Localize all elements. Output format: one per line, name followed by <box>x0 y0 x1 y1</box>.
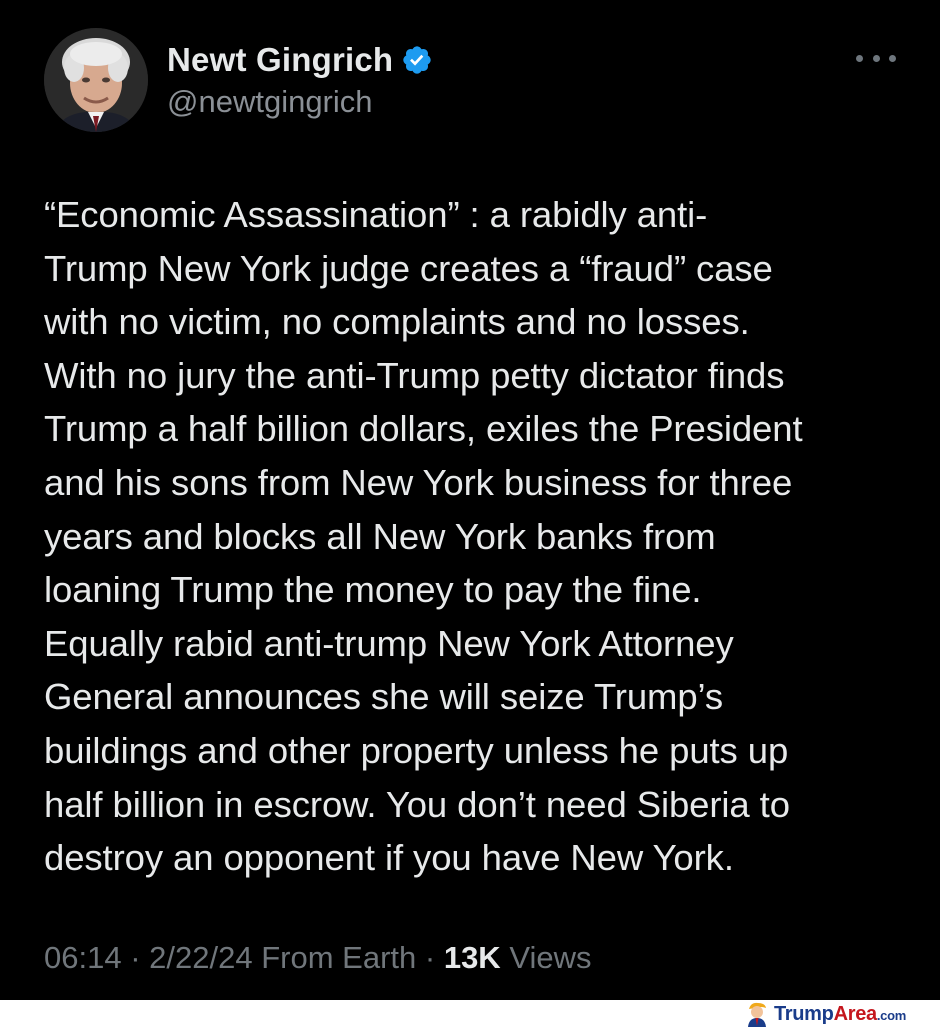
tweet-header: Newt Gingrich @newtgingrich <box>44 28 896 134</box>
tweet-time[interactable]: 06:14 <box>44 940 122 975</box>
trump-caricature-icon <box>745 1001 769 1027</box>
trumparea-wordmark: TrumpArea.com <box>774 1003 906 1026</box>
tweet-text-line: with no victim, no complaints and no los… <box>44 301 750 343</box>
tweet-text: “Economic Assassination” : a rabidly ant… <box>44 188 904 885</box>
avatar-photo <box>44 28 148 132</box>
tweet-text-line: loaning Trump the money to pay the fine. <box>44 569 702 611</box>
views-count[interactable]: 13K <box>444 940 501 975</box>
tweet-text-line: buildings and other property unless he p… <box>44 729 789 771</box>
trumparea-logo: TrumpArea.com <box>745 1001 906 1027</box>
tweet-text-line: and his sons from New York business for … <box>44 461 793 503</box>
tweet-text-line: years and blocks all New York banks from <box>44 515 716 557</box>
display-name[interactable]: Newt Gingrich <box>167 41 393 79</box>
tweet-meta: 06:14 · 2/22/24 From Earth · 13K Views <box>44 940 591 976</box>
tweet-text-line: General announces she will seize Trump’s <box>44 676 724 718</box>
brand-part2: Area <box>833 1002 878 1025</box>
tweet-text-line: Trump a half billion dollars, exiles the… <box>44 408 803 450</box>
name-row: Newt Gingrich <box>167 40 433 80</box>
tweet-card: Newt Gingrich @newtgingrich “Economic As… <box>0 0 940 1000</box>
screenshot-page: Newt Gingrich @newtgingrich “Economic As… <box>0 0 940 1027</box>
tweet-text-line: Equally rabid anti-trump New York Attorn… <box>44 622 734 664</box>
meta-separator: · <box>130 940 141 975</box>
watermark-bar: TrumpArea.com <box>0 1000 940 1027</box>
tweet-source: From Earth <box>261 940 417 975</box>
tweet-text-line: Trump New York judge creates a “fraud” c… <box>44 247 773 289</box>
tweet-text-line: half billion in escrow. You don’t need S… <box>44 783 790 825</box>
verified-badge-icon <box>401 44 433 76</box>
tweet-text-line: With no jury the anti-Trump petty dictat… <box>44 354 785 396</box>
tweet-text-line: “Economic Assassination” : a rabidly ant… <box>44 194 708 235</box>
avatar[interactable] <box>44 28 148 132</box>
meta-separator: · <box>424 940 436 975</box>
user-handle[interactable]: @newtgingrich <box>167 84 373 120</box>
brand-part1: Trump <box>773 1002 834 1025</box>
brand-suffix: .com <box>876 1007 906 1023</box>
tweet-text-line: destroy an opponent if you have New York… <box>44 837 734 879</box>
views-label[interactable]: Views <box>509 940 591 975</box>
more-horizontal-icon[interactable] <box>856 48 896 68</box>
tweet-date[interactable]: 2/22/24 <box>149 940 252 975</box>
